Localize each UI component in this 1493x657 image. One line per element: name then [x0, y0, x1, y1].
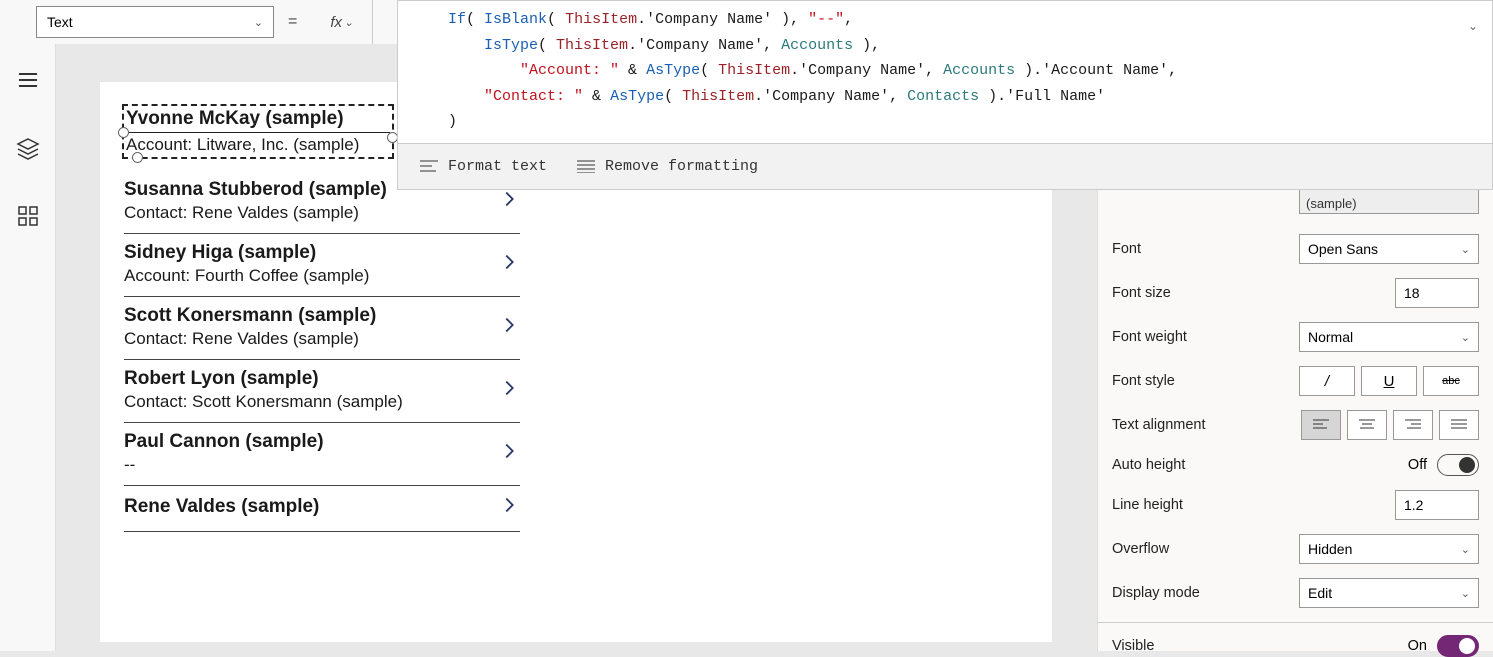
layers-icon[interactable]	[16, 136, 40, 160]
fontweight-label: Font weight	[1112, 329, 1299, 345]
list-item-title: Scott Konersmann (sample)	[124, 305, 498, 327]
list-item[interactable]: Scott Konersmann (sample)Contact: Rene V…	[124, 297, 520, 360]
visible-toggle[interactable]	[1437, 635, 1479, 657]
property-dropdown[interactable]: Text ⌄	[36, 6, 274, 38]
fontweight-select[interactable]: Normal⌄	[1299, 322, 1479, 352]
chevron-right-icon[interactable]	[498, 440, 520, 467]
hamburger-icon[interactable]	[16, 68, 40, 92]
chevron-right-icon[interactable]	[498, 314, 520, 341]
align-left-button[interactable]	[1301, 410, 1341, 440]
fx-label: fx	[330, 14, 342, 31]
underline-button[interactable]: U	[1361, 366, 1417, 396]
fontstyle-label: Font style	[1112, 373, 1299, 389]
chevron-down-icon[interactable]: ⌄	[1468, 19, 1478, 34]
list-item[interactable]: Rene Valdes (sample)	[124, 486, 520, 532]
list-item-subtitle: Contact: Rene Valdes (sample)	[124, 329, 498, 349]
fontsize-input[interactable]	[1395, 278, 1479, 308]
chevron-down-icon: ⌄	[1461, 587, 1470, 600]
overflow-label: Overflow	[1112, 541, 1299, 557]
chevron-down-icon: ⌄	[1461, 543, 1470, 556]
list-item[interactable]: Robert Lyon (sample)Contact: Scott Koner…	[124, 360, 520, 423]
fontsize-label: Font size	[1112, 285, 1395, 301]
list-item-subtitle: --	[124, 455, 498, 475]
list-item-subtitle: Contact: Scott Konersmann (sample)	[124, 392, 498, 412]
displaymode-select[interactable]: Edit⌄	[1299, 578, 1479, 608]
strike-button[interactable]: abc	[1423, 366, 1479, 396]
grid-icon[interactable]	[16, 204, 40, 228]
fx-button[interactable]: fx ⌄	[311, 0, 373, 44]
align-label: Text alignment	[1112, 417, 1301, 433]
autoheight-toggle[interactable]	[1437, 454, 1479, 476]
chevron-down-icon: ⌄	[344, 16, 353, 29]
align-justify-button[interactable]	[1439, 410, 1479, 440]
visible-value: On	[1408, 638, 1427, 654]
equals-label: =	[288, 13, 297, 31]
list-item-title: Yvonne McKay (sample)	[126, 108, 390, 130]
list-item-subtitle: Contact: Rene Valdes (sample)	[124, 203, 498, 223]
list-item-title: Rene Valdes (sample)	[124, 496, 498, 518]
align-center-button[interactable]	[1347, 410, 1387, 440]
autoheight-label: Auto height	[1112, 457, 1408, 473]
selected-label[interactable]: Yvonne McKay (sample) Account: Litware, I…	[122, 104, 394, 159]
list-item-title: Paul Cannon (sample)	[124, 431, 498, 453]
chevron-right-icon[interactable]	[498, 188, 520, 215]
chevron-right-icon[interactable]	[498, 251, 520, 278]
remove-formatting-label: Remove formatting	[605, 158, 758, 175]
displaymode-label: Display mode	[1112, 585, 1299, 601]
chevron-down-icon: ⌄	[254, 16, 263, 29]
overflow-select[interactable]: Hidden⌄	[1299, 534, 1479, 564]
formula-editor[interactable]: If( IsBlank( ThisItem.'Company Name' ), …	[397, 0, 1493, 190]
list-item[interactable]: Paul Cannon (sample)--	[124, 423, 520, 486]
justify-icon	[577, 159, 595, 173]
lineheight-input[interactable]	[1395, 490, 1479, 520]
list-item-title: Robert Lyon (sample)	[124, 368, 498, 390]
format-text-label: Format text	[448, 158, 547, 175]
align-right-button[interactable]	[1393, 410, 1433, 440]
property-dropdown-value: Text	[47, 14, 73, 30]
visible-label: Visible	[1112, 638, 1408, 654]
remove-formatting-button[interactable]: Remove formatting	[577, 158, 758, 175]
chevron-down-icon: ⌄	[1461, 331, 1470, 344]
list-item-subtitle: Account: Fourth Coffee (sample)	[124, 266, 498, 286]
list-item-title: Sidney Higa (sample)	[124, 242, 498, 264]
italic-button[interactable]: /	[1299, 366, 1355, 396]
chevron-right-icon[interactable]	[498, 377, 520, 404]
lineheight-label: Line height	[1112, 497, 1395, 513]
chevron-down-icon: ⌄	[1461, 243, 1470, 256]
font-select[interactable]: Open Sans⌄	[1299, 234, 1479, 264]
list-item-subtitle: Account: Litware, Inc. (sample)	[126, 135, 390, 155]
formula-text[interactable]: If( IsBlank( ThisItem.'Company Name' ), …	[398, 1, 1492, 143]
align-left-icon	[420, 159, 438, 173]
chevron-right-icon[interactable]	[498, 494, 520, 521]
list-item[interactable]: Sidney Higa (sample)Account: Fourth Coff…	[124, 234, 520, 297]
formula-toolbar: Format text Remove formatting	[398, 143, 1492, 189]
autoheight-value: Off	[1408, 457, 1427, 473]
format-text-button[interactable]: Format text	[420, 158, 547, 175]
left-rail	[0, 44, 56, 651]
font-label: Font	[1112, 241, 1299, 257]
